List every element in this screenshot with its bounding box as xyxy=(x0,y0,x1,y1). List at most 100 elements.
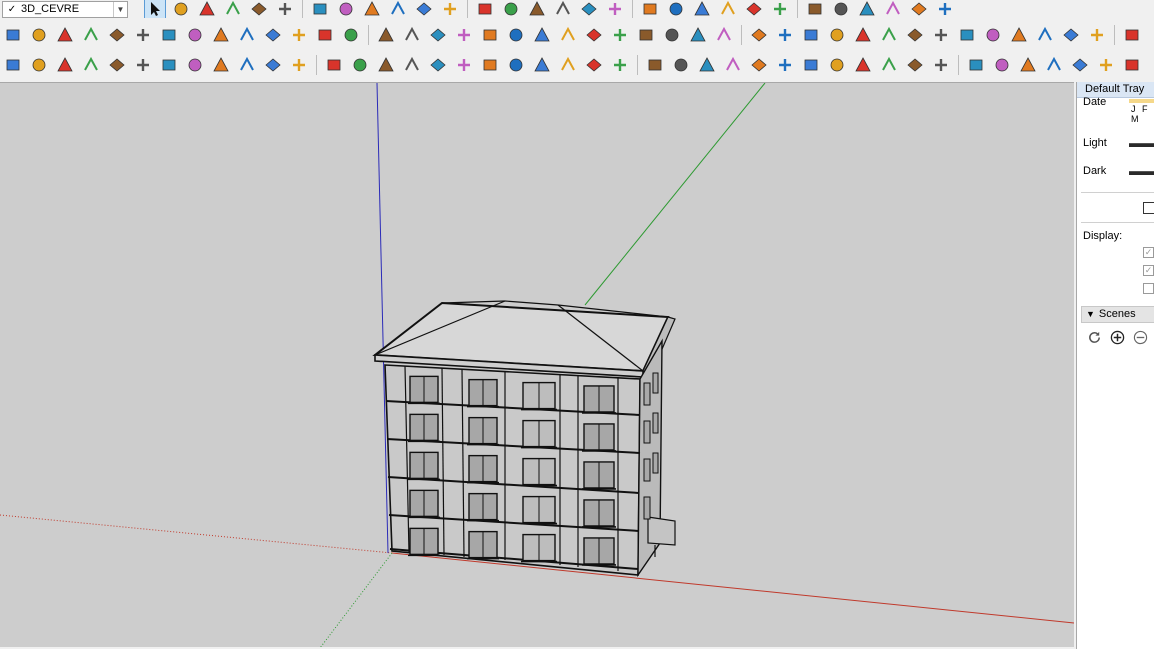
layers-stack-icon[interactable] xyxy=(830,0,852,18)
cube-blue-icon[interactable] xyxy=(2,24,24,46)
house-outline-icon[interactable] xyxy=(769,0,791,18)
zoom-extents-icon[interactable] xyxy=(578,0,600,18)
circle-gear-icon[interactable] xyxy=(401,54,423,76)
paint-icon[interactable] xyxy=(474,0,496,18)
link-icon[interactable] xyxy=(288,24,310,46)
stamp-icon[interactable] xyxy=(670,54,692,76)
fill-icon[interactable] xyxy=(349,54,371,76)
tube-icon[interactable] xyxy=(687,24,709,46)
settings-icon[interactable] xyxy=(210,54,232,76)
remove-scene-icon[interactable] xyxy=(1132,329,1148,345)
extension-icon[interactable] xyxy=(665,0,687,18)
strips-icon[interactable] xyxy=(1095,54,1117,76)
eraser-icon[interactable] xyxy=(170,0,192,18)
refresh-icon[interactable] xyxy=(28,54,50,76)
cross-red-icon[interactable] xyxy=(375,24,397,46)
flag-icon[interactable] xyxy=(236,24,258,46)
orbit-icon[interactable] xyxy=(500,0,522,18)
model-viewport[interactable] xyxy=(0,82,1074,647)
user-account-icon[interactable] xyxy=(691,0,713,18)
house-roof-icon[interactable] xyxy=(804,0,826,18)
scenes-panel-header[interactable]: ▼ Scenes xyxy=(1081,306,1154,323)
grid-yellow-icon[interactable] xyxy=(878,24,900,46)
arrows-right-icon[interactable] xyxy=(904,54,926,76)
arrows-split-icon[interactable] xyxy=(965,54,987,76)
leaf-icon[interactable] xyxy=(800,54,822,76)
duplicate-icon[interactable] xyxy=(661,24,683,46)
info-icon[interactable] xyxy=(262,54,284,76)
fold-icon[interactable] xyxy=(1043,54,1065,76)
slope-icon[interactable] xyxy=(1017,54,1039,76)
collapse-triangle-icon[interactable]: ▼ xyxy=(1086,309,1095,319)
light-slider[interactable] xyxy=(1129,143,1154,147)
pencil-line-icon[interactable] xyxy=(196,0,218,18)
sphere-icon[interactable] xyxy=(505,54,527,76)
prism-icon[interactable] xyxy=(453,24,475,46)
rectangle-icon[interactable] xyxy=(248,0,270,18)
grid-orange2-icon[interactable] xyxy=(930,24,952,46)
logo-icon[interactable] xyxy=(2,54,24,76)
offset-icon[interactable] xyxy=(288,54,310,76)
display-ground-checkbox[interactable]: ✓ xyxy=(1143,265,1154,276)
select-arrow-icon[interactable] xyxy=(144,0,166,18)
checker-icon[interactable] xyxy=(158,54,180,76)
scatter-icon[interactable] xyxy=(956,24,978,46)
curve-dots-icon[interactable] xyxy=(340,24,362,46)
display-faces-checkbox[interactable]: ✓ xyxy=(1143,247,1154,258)
rings-icon[interactable] xyxy=(748,54,770,76)
mail-icon[interactable] xyxy=(236,54,258,76)
plus-circle-icon[interactable] xyxy=(80,54,102,76)
component2-icon[interactable] xyxy=(1086,24,1108,46)
rotate-icon[interactable] xyxy=(361,0,383,18)
move-icon[interactable] xyxy=(335,0,357,18)
pulse-icon[interactable] xyxy=(696,54,718,76)
wall-icon[interactable] xyxy=(210,24,232,46)
stack-red-icon[interactable] xyxy=(774,24,796,46)
undo-orange-icon[interactable] xyxy=(158,24,180,46)
dotted-arc-icon[interactable] xyxy=(323,54,345,76)
cloud-upload-icon[interactable] xyxy=(184,54,206,76)
corner-icon[interactable] xyxy=(557,54,579,76)
stack-icon[interactable] xyxy=(748,24,770,46)
mesh-icon[interactable] xyxy=(826,24,848,46)
corner2-icon[interactable] xyxy=(583,54,605,76)
qr-icon[interactable] xyxy=(1008,24,1030,46)
angle-icon[interactable] xyxy=(826,54,848,76)
tree-green-icon[interactable] xyxy=(635,24,657,46)
plane-green-icon[interactable] xyxy=(80,24,102,46)
component-icon[interactable] xyxy=(1060,24,1082,46)
globe-icon[interactable] xyxy=(908,0,930,18)
chevron-down-icon[interactable]: ▼ xyxy=(113,1,127,17)
knot-icon[interactable] xyxy=(557,24,579,46)
building-model[interactable] xyxy=(372,300,676,578)
draw-line-icon[interactable] xyxy=(609,54,631,76)
bend-icon[interactable] xyxy=(453,54,475,76)
prism-green-icon[interactable] xyxy=(479,24,501,46)
move-arrows-icon[interactable] xyxy=(609,24,631,46)
gray-box-icon[interactable] xyxy=(1034,24,1056,46)
spiral-icon[interactable] xyxy=(531,24,553,46)
layers-blue-icon[interactable] xyxy=(856,0,878,18)
tile-orange-icon[interactable] xyxy=(800,24,822,46)
cross-green-icon[interactable] xyxy=(401,24,423,46)
layers-red-icon[interactable] xyxy=(882,0,904,18)
flag-stack-icon[interactable] xyxy=(54,54,76,76)
hand-icon[interactable] xyxy=(774,54,796,76)
pan-icon[interactable] xyxy=(526,0,548,18)
sun-shading-checkbox[interactable] xyxy=(1143,202,1154,214)
scissors-icon[interactable] xyxy=(531,54,553,76)
grid-orange-icon[interactable] xyxy=(904,24,926,46)
terrain-icon[interactable] xyxy=(132,54,154,76)
house-front-icon[interactable] xyxy=(743,0,765,18)
refresh-icon[interactable] xyxy=(1086,329,1102,345)
plane-yellow-icon[interactable] xyxy=(54,24,76,46)
dark-slider[interactable] xyxy=(1129,171,1154,175)
house-icon[interactable] xyxy=(717,0,739,18)
tape-measure-icon[interactable] xyxy=(413,0,435,18)
columns-icon[interactable] xyxy=(722,54,744,76)
push-pull-icon[interactable] xyxy=(309,0,331,18)
plane-red-icon[interactable] xyxy=(106,24,128,46)
zoom-icon[interactable] xyxy=(552,0,574,18)
display-edges-checkbox[interactable] xyxy=(1143,283,1154,294)
peel-icon[interactable] xyxy=(1069,54,1091,76)
